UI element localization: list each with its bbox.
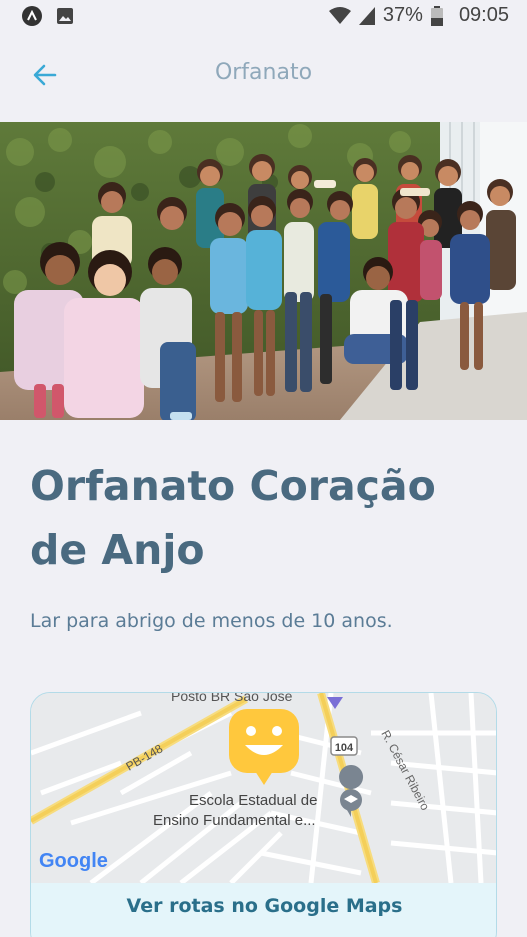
app-bar: Orfanato [0,32,527,122]
signal-icon [358,6,375,25]
wifi-icon [328,6,351,24]
hero-photo [0,122,527,420]
battery-icon [430,5,443,26]
app-notification-icon [22,6,42,26]
page-title: Orfanato [214,60,313,85]
google-maps-route-link[interactable]: Ver rotas no Google Maps [127,895,403,937]
poi-top-label: Posto BR São José [171,693,293,704]
map-footer: Ver rotas no Google Maps [31,883,496,937]
clock: 09:05 [458,4,509,26]
image-notification-icon [57,8,73,24]
google-logo: Google [39,850,108,872]
road-104-label: 104 [335,742,354,754]
school-label-line1: Escola Estadual de [189,792,317,809]
map-view[interactable]: 104 Posto BR São José PB-148 R. César Ri… [31,693,496,885]
place-title: Orfanato Coração de Anjo [30,462,436,574]
battery-percent: 37% [382,4,423,26]
place-description: Lar para abrigo de menos de 10 anos. [30,610,393,632]
map-card: 104 Posto BR São José PB-148 R. César Ri… [30,692,497,937]
status-bar: 37% 09:05 [0,0,527,32]
school-label-line2: Ensino Fundamental e... [153,812,316,829]
